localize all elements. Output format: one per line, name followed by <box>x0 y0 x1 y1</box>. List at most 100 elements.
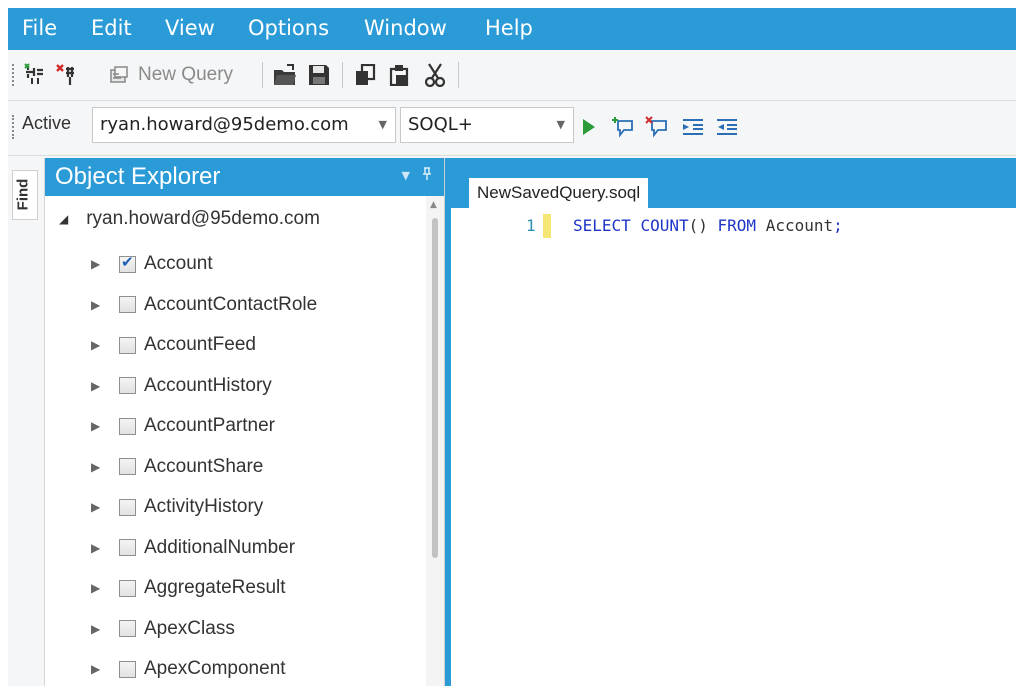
tree-item-checkbox[interactable] <box>119 336 136 354</box>
connection-toolbar: Active ryan.howard@95demo.com ▼ SOQL+ ▼ <box>8 101 1016 156</box>
chevron-down-icon[interactable]: ▼ <box>379 118 387 131</box>
connection-select-value: ryan.howard@95demo.com <box>100 114 349 135</box>
tree-item-label: AccountContactRole <box>144 293 318 315</box>
active-label: Active <box>22 113 72 133</box>
tree-item-checkbox[interactable] <box>119 498 136 516</box>
find-tab[interactable]: Find <box>12 170 38 220</box>
editor-area: NewSavedQuery.soql 1 SELECT COUNT() FROM… <box>445 158 1016 686</box>
save-icon[interactable] <box>306 62 332 88</box>
code-editor[interactable]: 1 SELECT COUNT() FROM Account; <box>451 208 1016 686</box>
code-parens: () <box>688 216 708 235</box>
tree-item-checkbox[interactable] <box>119 377 136 394</box>
tree-item-checkbox[interactable] <box>119 253 136 273</box>
tree-item[interactable]: ▶ AggregateResult <box>91 573 286 603</box>
tree-item[interactable]: ▶ AccountContactRole <box>91 290 317 320</box>
tree-item-label: Account <box>144 253 213 274</box>
toolbar-separator <box>342 62 343 88</box>
keyword-select: SELECT <box>573 216 631 235</box>
menu-edit[interactable]: Edit <box>91 8 132 50</box>
chevron-down-icon[interactable]: ▼ <box>402 169 410 182</box>
menu-view[interactable]: View <box>165 8 215 50</box>
tree-item-checkbox[interactable] <box>119 620 136 637</box>
tree-item[interactable]: ▶ AccountPartner <box>91 411 275 441</box>
tree-item[interactable]: ▶ AdditionalNumber <box>91 533 295 563</box>
expand-triangle-icon[interactable]: ▶ <box>91 581 119 595</box>
tree-item-label: AccountHistory <box>144 374 272 396</box>
connect-icon[interactable] <box>22 62 48 88</box>
tree-item[interactable]: ▶ Account <box>91 249 213 279</box>
toolbar-grip[interactable] <box>12 64 16 86</box>
tree-item-label: AccountShare <box>144 455 264 477</box>
tree-item[interactable]: ▶ AccountHistory <box>91 371 272 401</box>
connection-select[interactable]: ryan.howard@95demo.com ▼ <box>92 107 396 143</box>
tree-item[interactable]: ▶ ApexComponent <box>91 654 286 684</box>
tree-item-checkbox[interactable] <box>119 458 136 475</box>
tree-item-label: ApexComponent <box>144 658 286 679</box>
outdent-icon[interactable] <box>714 114 740 140</box>
menu-window[interactable]: Window <box>364 8 447 50</box>
expand-triangle-icon[interactable]: ▶ <box>91 379 119 393</box>
keyword-from: FROM <box>717 216 757 235</box>
language-select[interactable]: SOQL+ ▼ <box>400 107 574 143</box>
menu-bar: File Edit View Options Window Help <box>8 8 1016 50</box>
expand-triangle-icon[interactable]: ▶ <box>91 338 119 352</box>
expand-triangle-icon[interactable]: ▶ <box>91 419 119 433</box>
toolbar-grip[interactable] <box>12 115 16 139</box>
pin-icon[interactable] <box>422 167 432 185</box>
tree-item-label: ApexClass <box>144 617 235 639</box>
tree-item[interactable]: ▶ ApexClass <box>91 614 235 644</box>
scrollbar-thumb[interactable] <box>432 218 438 558</box>
expand-triangle-icon[interactable]: ▶ <box>91 298 119 312</box>
expand-triangle-icon[interactable]: ▶ <box>91 541 119 555</box>
add-comment-icon[interactable] <box>610 114 636 140</box>
expand-triangle-icon[interactable]: ▶ <box>91 622 119 636</box>
tree-item[interactable]: ▶ AccountShare <box>91 452 263 482</box>
expand-triangle-icon[interactable]: ▶ <box>91 662 119 676</box>
menu-options[interactable]: Options <box>248 8 329 50</box>
main-toolbar: New Query <box>8 50 1016 101</box>
language-select-value: SOQL+ <box>408 114 473 135</box>
collapse-triangle-icon[interactable]: ◢ <box>59 212 68 226</box>
remove-comment-icon[interactable] <box>644 114 670 140</box>
copy-icon[interactable] <box>352 62 378 88</box>
object-explorer-title: Object Explorer <box>55 163 221 190</box>
indent-icon[interactable] <box>680 114 706 140</box>
tree-item-label: AccountFeed <box>144 334 256 355</box>
tree-item-checkbox[interactable] <box>119 417 136 435</box>
expand-triangle-icon[interactable]: ▶ <box>91 257 119 271</box>
chevron-down-icon[interactable]: ▼ <box>557 118 565 131</box>
object-explorer-panel: Object Explorer ▼ ◢ ryan.howard@95demo.c… <box>45 158 445 686</box>
find-tab-label: Find <box>14 178 32 211</box>
scroll-up-icon[interactable]: ▲ <box>430 200 437 210</box>
object-explorer-scrollbar[interactable]: ▲ <box>426 196 444 686</box>
menu-file[interactable]: File <box>22 8 57 50</box>
tree-item[interactable]: ▶ AccountFeed <box>91 330 256 360</box>
code-semicolon: ; <box>833 216 843 235</box>
function-count: COUNT <box>640 216 689 235</box>
tree-item[interactable]: ▶ ActivityHistory <box>91 492 263 522</box>
run-icon[interactable] <box>580 114 598 140</box>
tree-root[interactable]: ◢ ryan.howard@95demo.com <box>59 208 320 230</box>
open-icon[interactable] <box>272 62 298 88</box>
menu-help[interactable]: Help <box>485 8 533 50</box>
code-line[interactable]: SELECT COUNT() FROM Account; <box>573 216 843 235</box>
tree-item-checkbox[interactable] <box>119 579 136 597</box>
tree-item-checkbox[interactable] <box>119 296 136 313</box>
line-change-marker <box>543 214 551 238</box>
object-explorer-header: Object Explorer ▼ <box>45 158 444 196</box>
app-window: File Edit View Options Window Help New Q… <box>8 8 1016 686</box>
new-query-button[interactable]: New Query <box>138 62 233 88</box>
cut-icon[interactable] <box>422 62 448 88</box>
toolbar-separator <box>458 62 459 88</box>
object-tree: ◢ ryan.howard@95demo.com ▶ Account ▶ Accoun… <box>45 196 425 686</box>
tree-item-label: AdditionalNumber <box>144 536 296 558</box>
expand-triangle-icon[interactable]: ▶ <box>91 500 119 514</box>
new-query-icon[interactable] <box>106 62 132 88</box>
tree-item-label: AccountPartner <box>144 415 275 436</box>
tree-item-checkbox[interactable] <box>119 660 136 678</box>
paste-icon[interactable] <box>386 62 412 88</box>
disconnect-icon[interactable] <box>54 62 80 88</box>
editor-tab[interactable]: NewSavedQuery.soql <box>469 178 649 208</box>
expand-triangle-icon[interactable]: ▶ <box>91 460 119 474</box>
tree-item-checkbox[interactable] <box>119 539 136 556</box>
